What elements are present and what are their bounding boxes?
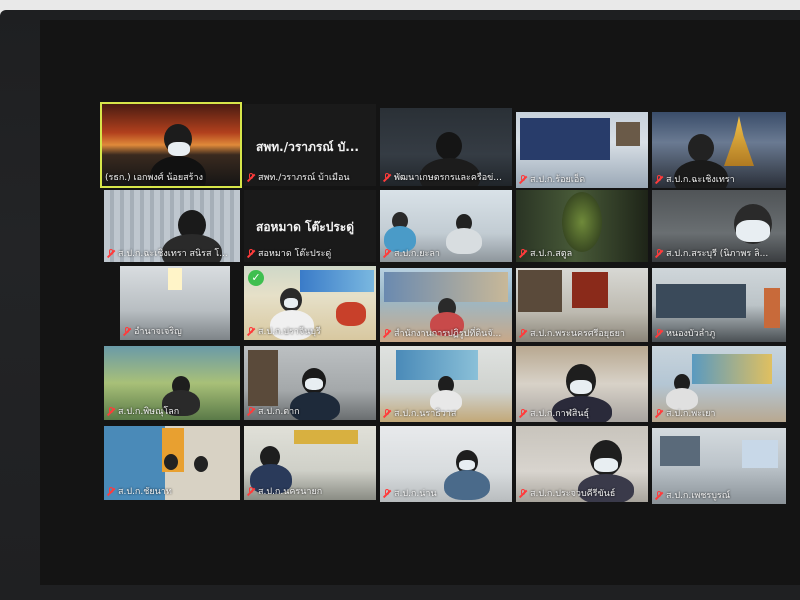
participant-tile[interactable]: ส.ป.ก.นราธิวาส — [380, 346, 512, 422]
participant-tile[interactable]: ส.ป.ก.พระนครศรีอยุธยา — [516, 268, 648, 342]
participant-name: หนองบัวลำภู — [666, 329, 716, 339]
mic-muted-icon — [655, 248, 663, 258]
participant-tile[interactable]: ส.ป.ก.น่าน — [380, 426, 512, 502]
participant-tile[interactable]: ส.ป.ก.พะเยา — [652, 346, 786, 422]
participant-tile[interactable]: ส.ป.ก.ยะลา — [380, 190, 512, 262]
mic-muted-icon — [107, 248, 115, 258]
participant-name: ส.ป.ก.ยะลา — [394, 249, 440, 259]
participant-display-name: สอหมาด โต๊ะประดู่ — [256, 220, 355, 234]
mic-muted-icon — [519, 488, 527, 498]
participant-tile[interactable]: ส.ป.ก.ประจวบคีรีขันธ์ — [516, 426, 648, 502]
participant-name: ส.ป.ก.นราธิวาส — [394, 409, 457, 419]
check-icon: ✓ — [248, 270, 264, 286]
mic-muted-icon — [519, 174, 527, 184]
participant-tile[interactable]: ส.ป.ก.ร้อยเอ็ด — [516, 112, 648, 188]
participant-name: ส.ป.ก.เพชรบูรณ์ — [666, 491, 731, 501]
participant-name: ส.ป.ก.พิษณุโลก — [118, 407, 180, 417]
participant-name: พัฒนาเกษตรกรและครือข่... — [394, 173, 502, 183]
mic-muted-icon — [247, 406, 255, 416]
participant-name: สอหมาด โต๊ะประดู่ — [258, 249, 332, 259]
participant-name: ส.ป.ก.พะเยา — [666, 409, 716, 419]
participant-tile[interactable]: ส.ป.ก.เพชรบูรณ์ — [652, 428, 786, 504]
participant-name: ส.ป.ก.ชัยนาท — [118, 487, 172, 497]
participant-name: ส.ป.ก.ตาก — [258, 407, 300, 417]
participant-tile[interactable]: สพท./วราภรณ์ บั... สพท./วราภรณ์ บ้าเมือน — [244, 104, 376, 186]
participant-tile[interactable]: ส.ป.ก.ฉะเชิงเทรา — [652, 112, 786, 188]
participant-name: ส.ป.ก.ร้อยเอ็ด — [530, 175, 586, 185]
participant-name: (รธก.) เอกพงศ์ น้อยสร้าง — [105, 173, 203, 183]
participant-tile[interactable]: ✓ ส.ป.ก.ปราจีนบุรี — [244, 266, 376, 340]
participant-name: ส.ป.ก.ปราจีนบุรี — [258, 327, 321, 337]
participant-name: สพท./วราภรณ์ บ้าเมือน — [258, 173, 350, 183]
mic-muted-icon — [655, 408, 663, 418]
mic-muted-icon — [383, 172, 391, 182]
participant-tile[interactable]: ส.ป.ก.ตาก — [244, 346, 376, 420]
participant-name: สำนักงานการปฏิรูปที่ดินจั... — [394, 329, 502, 339]
mic-muted-icon — [107, 406, 115, 416]
participant-tile[interactable]: (รธก.) เอกพงศ์ น้อยสร้าง — [100, 102, 242, 188]
participant-tile[interactable]: ส.ป.ก.สตูล — [516, 190, 648, 262]
mic-muted-icon — [655, 328, 663, 338]
mic-muted-icon — [247, 248, 255, 258]
participant-tile[interactable]: ส.ป.ก.กาฬสินธุ์ — [516, 346, 648, 422]
participant-name: อำนาจเจริญ — [134, 327, 182, 337]
participant-tile[interactable]: ส.ป.ก.ชัยนาท — [104, 426, 240, 500]
participant-grid: (รธก.) เอกพงศ์ น้อยสร้าง สพท./วราภรณ์ บั… — [0, 0, 800, 600]
mic-muted-icon — [247, 172, 255, 182]
participant-name: ส.ป.ก.ฉะเชิงเทรา — [666, 175, 735, 185]
mic-muted-icon — [519, 248, 527, 258]
mic-muted-icon — [383, 248, 391, 258]
mic-muted-icon — [655, 174, 663, 184]
mic-muted-icon — [519, 408, 527, 418]
mic-muted-icon — [107, 486, 115, 496]
mic-muted-icon — [383, 488, 391, 498]
participant-name: ส.ป.ก.ฉะเชิงเทรา สนิรส โ... — [118, 249, 228, 259]
participant-name: ส.ป.ก.ประจวบคีรีขันธ์ — [530, 489, 616, 499]
participant-tile[interactable]: อำนาจเจริญ — [120, 266, 230, 340]
participant-tile[interactable]: สอหมาด โต๊ะประดู่ สอหมาด โต๊ะประดู่ — [244, 190, 376, 262]
participant-name: ส.ป.ก.น่าน — [394, 489, 437, 499]
participant-display-name: สพท./วราภรณ์ บั... — [256, 140, 359, 154]
mic-muted-icon — [383, 328, 391, 338]
mic-muted-icon — [519, 328, 527, 338]
participant-name: ส.ป.ก.พระนครศรีอยุธยา — [530, 329, 625, 339]
mic-muted-icon — [247, 326, 255, 336]
participant-name: ส.ป.ก.นครนายก — [258, 487, 323, 497]
participant-name: ส.ป.ก.สระบุรี (นิภาพร ลิ... — [666, 249, 769, 259]
mic-muted-icon — [247, 486, 255, 496]
mic-muted-icon — [655, 490, 663, 500]
participant-tile[interactable]: หนองบัวลำภู — [652, 268, 786, 342]
participant-tile[interactable]: ส.ป.ก.พิษณุโลก — [104, 346, 240, 420]
participant-tile[interactable]: สำนักงานการปฏิรูปที่ดินจั... — [380, 268, 512, 342]
mic-muted-icon — [123, 326, 131, 336]
participant-name: ส.ป.ก.สตูล — [530, 249, 573, 259]
participant-tile[interactable]: ส.ป.ก.ฉะเชิงเทรา สนิรส โ... — [104, 190, 240, 262]
participant-tile[interactable]: ส.ป.ก.นครนายก — [244, 426, 376, 500]
participant-name: ส.ป.ก.กาฬสินธุ์ — [530, 409, 590, 419]
participant-tile[interactable]: พัฒนาเกษตรกรและครือข่... — [380, 108, 512, 186]
mic-muted-icon — [383, 408, 391, 418]
participant-tile[interactable]: ส.ป.ก.สระบุรี (นิภาพร ลิ... — [652, 190, 786, 262]
